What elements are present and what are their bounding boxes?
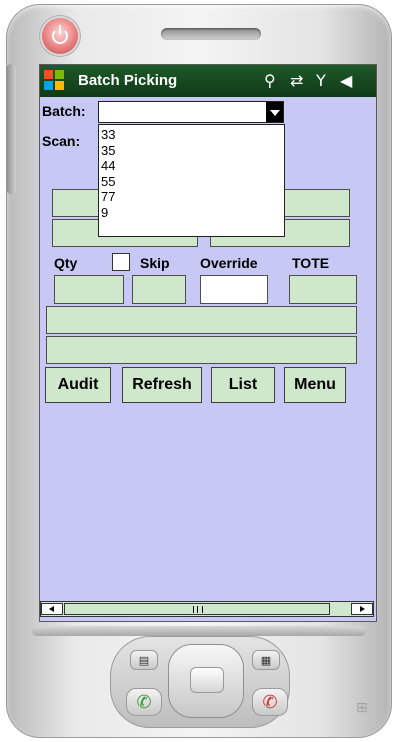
- dpad-center-button[interactable]: [190, 667, 224, 693]
- refresh-button[interactable]: Refresh: [122, 367, 202, 403]
- right-softkey-icon[interactable]: ▦: [252, 650, 280, 670]
- grip-icon: [193, 606, 203, 613]
- call-icon[interactable]: ✆: [126, 688, 162, 716]
- status-field[interactable]: [46, 336, 357, 364]
- message-field[interactable]: [46, 306, 357, 334]
- connectivity-icon[interactable]: ⚲: [264, 71, 276, 90]
- tote-field[interactable]: [289, 275, 357, 304]
- tote-label: TOTE: [292, 255, 330, 271]
- taskbar: Batch Picking ⚲ ⇄ Y ◀: [40, 65, 376, 97]
- hardware-band: [32, 626, 366, 636]
- signal-off-icon[interactable]: Y: [316, 71, 326, 90]
- scroll-right-icon[interactable]: [351, 603, 373, 615]
- earpiece-speaker: [161, 28, 261, 40]
- list-button[interactable]: List: [211, 367, 275, 403]
- audit-button[interactable]: Audit: [45, 367, 111, 403]
- windows-logo-icon: ⊞: [356, 700, 368, 716]
- volume-icon[interactable]: ◀: [340, 71, 352, 90]
- scroll-thumb[interactable]: [64, 603, 330, 615]
- list-item[interactable]: 55: [99, 174, 284, 190]
- menu-button[interactable]: Menu: [284, 367, 346, 403]
- chevron-down-icon[interactable]: [266, 102, 283, 122]
- skip-checkbox[interactable]: [112, 253, 130, 271]
- override-input[interactable]: [200, 275, 268, 304]
- qty-label: Qty: [54, 255, 78, 271]
- skip-label: Skip: [140, 255, 170, 271]
- batch-label: Batch:: [42, 103, 86, 119]
- batch-dropdown-list[interactable]: 33 35 44 55 77 9: [98, 124, 285, 237]
- power-button[interactable]: [42, 18, 78, 54]
- skip-field[interactable]: [132, 275, 186, 304]
- screen: Batch Picking ⚲ ⇄ Y ◀ Batch: Scan: 33 35…: [39, 64, 377, 622]
- qty-field[interactable]: [54, 275, 124, 304]
- app-title: Batch Picking: [78, 72, 178, 89]
- list-item[interactable]: 35: [99, 143, 284, 159]
- list-item[interactable]: 33: [99, 127, 284, 143]
- list-item[interactable]: 44: [99, 158, 284, 174]
- scroll-left-icon[interactable]: [41, 603, 63, 615]
- end-call-icon[interactable]: ✆: [252, 688, 288, 716]
- side-key[interactable]: [6, 64, 16, 194]
- override-label: Override: [200, 255, 258, 271]
- batch-select[interactable]: [98, 101, 284, 123]
- horizontal-scrollbar[interactable]: [40, 601, 374, 617]
- windows-start-icon[interactable]: [44, 70, 66, 92]
- left-softkey-icon[interactable]: ▤: [130, 650, 158, 670]
- sync-icon[interactable]: ⇄: [290, 71, 303, 90]
- scan-label: Scan:: [42, 133, 81, 149]
- list-item[interactable]: 9: [99, 205, 284, 221]
- list-item[interactable]: 77: [99, 189, 284, 205]
